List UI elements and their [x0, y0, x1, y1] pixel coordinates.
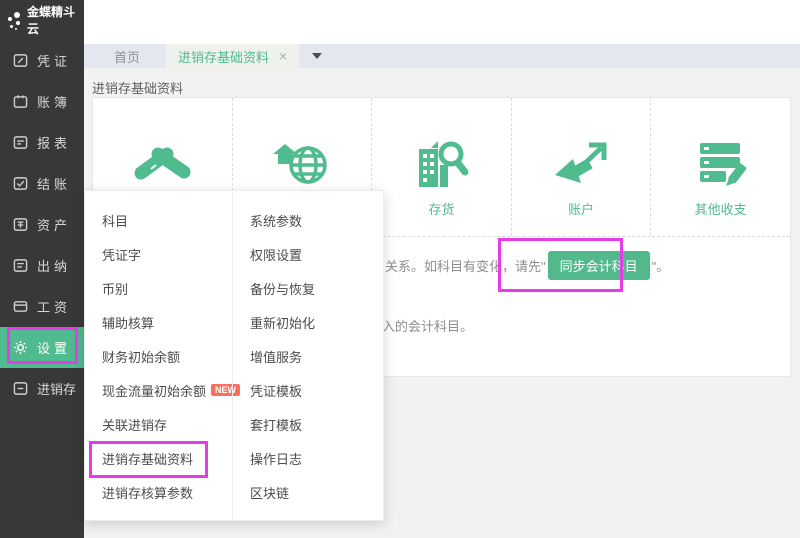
menu-item-backup-restore[interactable]: 备份与恢复 [233, 271, 383, 305]
voucher-icon [13, 53, 28, 68]
menu-item-reinitialize[interactable]: 重新初始化 [233, 305, 383, 339]
sidebar-item-asset[interactable]: 资产 [0, 204, 84, 245]
inventory-icon [13, 381, 28, 396]
menu-item-label: 进销存核算参数 [102, 483, 193, 502]
report-icon [13, 135, 28, 150]
page-title: 进销存基础资料 [92, 78, 183, 97]
handshake-icon [131, 141, 193, 187]
tab-close-icon[interactable]: × [279, 49, 287, 63]
tab-dropdown-caret-icon[interactable] [312, 53, 322, 59]
card-inventory[interactable]: 存货 [372, 98, 512, 236]
gear-icon [13, 340, 28, 355]
sidebar-item-label: 出纳 [37, 256, 71, 275]
sidebar-item-closing[interactable]: 结账 [0, 163, 84, 204]
card-label: 账户 [568, 201, 594, 218]
menu-item-label: 权限设置 [250, 245, 302, 264]
menu-item-inventory-basic-data[interactable]: 进销存基础资料 [85, 441, 232, 475]
asset-icon [13, 217, 28, 232]
menu-item-initial-balance[interactable]: 财务初始余额 [85, 339, 232, 373]
card-accounts[interactable]: 账户 [512, 98, 652, 236]
sidebar-item-settings[interactable]: 设置 [0, 327, 84, 368]
sidebar-item-label: 进销存 [37, 379, 76, 398]
menu-item-label: 币别 [102, 279, 128, 298]
notice-text-suffix: "。 [652, 256, 670, 275]
menu-item-label: 辅助核算 [102, 313, 154, 332]
sidebar-item-label: 设置 [37, 338, 71, 357]
closing-check-icon [13, 176, 28, 191]
menu-item-link-inventory[interactable]: 关联进销存 [85, 407, 232, 441]
menu-item-label: 现金流量初始余额 [102, 381, 206, 400]
sidebar-item-ledger[interactable]: 账簿 [0, 81, 84, 122]
sidebar-item-label: 账簿 [37, 92, 71, 111]
sync-notice-line: 关系。如科目有变化，请先" 同步会计科目 "。 [385, 250, 669, 280]
settings-menu-left-column: 科目 凭证字 币别 辅助核算 财务初始余额 现金流量初始余额 NEW 关联进销存… [85, 191, 232, 520]
menu-item-label: 凭证字 [102, 245, 141, 264]
menu-item-currency[interactable]: 币别 [85, 271, 232, 305]
menu-item-label: 备份与恢复 [250, 279, 315, 298]
globe-house-icon [272, 139, 332, 187]
menu-item-label: 操作日志 [250, 449, 302, 468]
menu-item-label: 关联进销存 [102, 415, 167, 434]
menu-item-value-added-services[interactable]: 增值服务 [233, 339, 383, 373]
sidebar: 金蝶精斗云 凭证 账簿 报表 结账 资产 出纳 工资 设置 进销存 [0, 0, 84, 538]
tab-inventory-basic-data[interactable]: 进销存基础资料 × [166, 44, 299, 68]
sidebar-item-label: 报表 [37, 133, 71, 152]
card-label: 存货 [428, 201, 454, 218]
menu-item-cashflow-initial-balance[interactable]: 现金流量初始余额 NEW [85, 373, 232, 407]
menu-item-blockchain[interactable]: 区块链 [233, 475, 383, 509]
server-edit-icon [692, 141, 750, 187]
top-white-bar [84, 0, 800, 44]
menu-item-label: 凭证模板 [250, 381, 302, 400]
menu-item-permission-settings[interactable]: 权限设置 [233, 237, 383, 271]
app-logo[interactable]: 金蝶精斗云 [0, 0, 84, 40]
card-other-income-expense[interactable]: 其他收支 [651, 98, 790, 236]
menu-item-operation-log[interactable]: 操作日志 [233, 441, 383, 475]
card-label: 其他收支 [695, 201, 747, 218]
menu-item-label: 财务初始余额 [102, 347, 180, 366]
sidebar-item-voucher[interactable]: 凭证 [0, 40, 84, 81]
menu-item-accounts[interactable]: 科目 [85, 203, 232, 237]
menu-item-aux-accounting[interactable]: 辅助核算 [85, 305, 232, 339]
ledger-icon [13, 94, 28, 109]
sidebar-item-report[interactable]: 报表 [0, 122, 84, 163]
tab-bar: 首页 进销存基础资料 × [84, 44, 800, 68]
salary-card-icon [13, 299, 28, 314]
logo-dots-icon [6, 8, 25, 32]
sidebar-item-label: 凭证 [37, 51, 71, 70]
menu-item-print-template[interactable]: 套打模板 [233, 407, 383, 441]
transfer-arrows-icon [553, 141, 609, 187]
cashier-icon [13, 258, 28, 273]
sidebar-item-cashier[interactable]: 出纳 [0, 245, 84, 286]
tab-active-label: 进销存基础资料 [178, 47, 269, 66]
menu-item-label: 系统参数 [250, 211, 302, 230]
sidebar-item-salary[interactable]: 工资 [0, 286, 84, 327]
sidebar-item-label: 资产 [37, 215, 71, 234]
menu-item-voucher-template[interactable]: 凭证模板 [233, 373, 383, 407]
sidebar-item-label: 工资 [37, 297, 71, 316]
inventory-search-icon [412, 139, 470, 187]
menu-item-label: 重新初始化 [250, 313, 315, 332]
notice-second-line: 计入的会计科目。 [369, 316, 473, 335]
menu-item-voucher-type[interactable]: 凭证字 [85, 237, 232, 271]
sync-accounting-subjects-button[interactable]: 同步会计科目 [548, 251, 650, 280]
sidebar-item-inventory[interactable]: 进销存 [0, 368, 84, 409]
app-logo-text: 金蝶精斗云 [27, 3, 84, 37]
tab-home-label: 首页 [114, 47, 140, 66]
menu-item-label: 区块链 [250, 483, 289, 502]
menu-item-inventory-accounting-params[interactable]: 进销存核算参数 [85, 475, 232, 509]
menu-item-label: 进销存基础资料 [102, 449, 193, 468]
settings-dropdown-menu: 科目 凭证字 币别 辅助核算 财务初始余额 现金流量初始余额 NEW 关联进销存… [84, 190, 384, 521]
menu-item-label: 增值服务 [250, 347, 302, 366]
settings-menu-right-column: 系统参数 权限设置 备份与恢复 重新初始化 增值服务 凭证模板 套打模板 操作日… [232, 191, 383, 520]
sidebar-item-label: 结账 [37, 174, 71, 193]
menu-item-system-params[interactable]: 系统参数 [233, 203, 383, 237]
menu-item-label: 套打模板 [250, 415, 302, 434]
tab-home[interactable]: 首页 [94, 44, 160, 68]
notice-text-prefix: 关系。如科目有变化，请先" [385, 256, 546, 275]
menu-item-label: 科目 [102, 211, 128, 230]
